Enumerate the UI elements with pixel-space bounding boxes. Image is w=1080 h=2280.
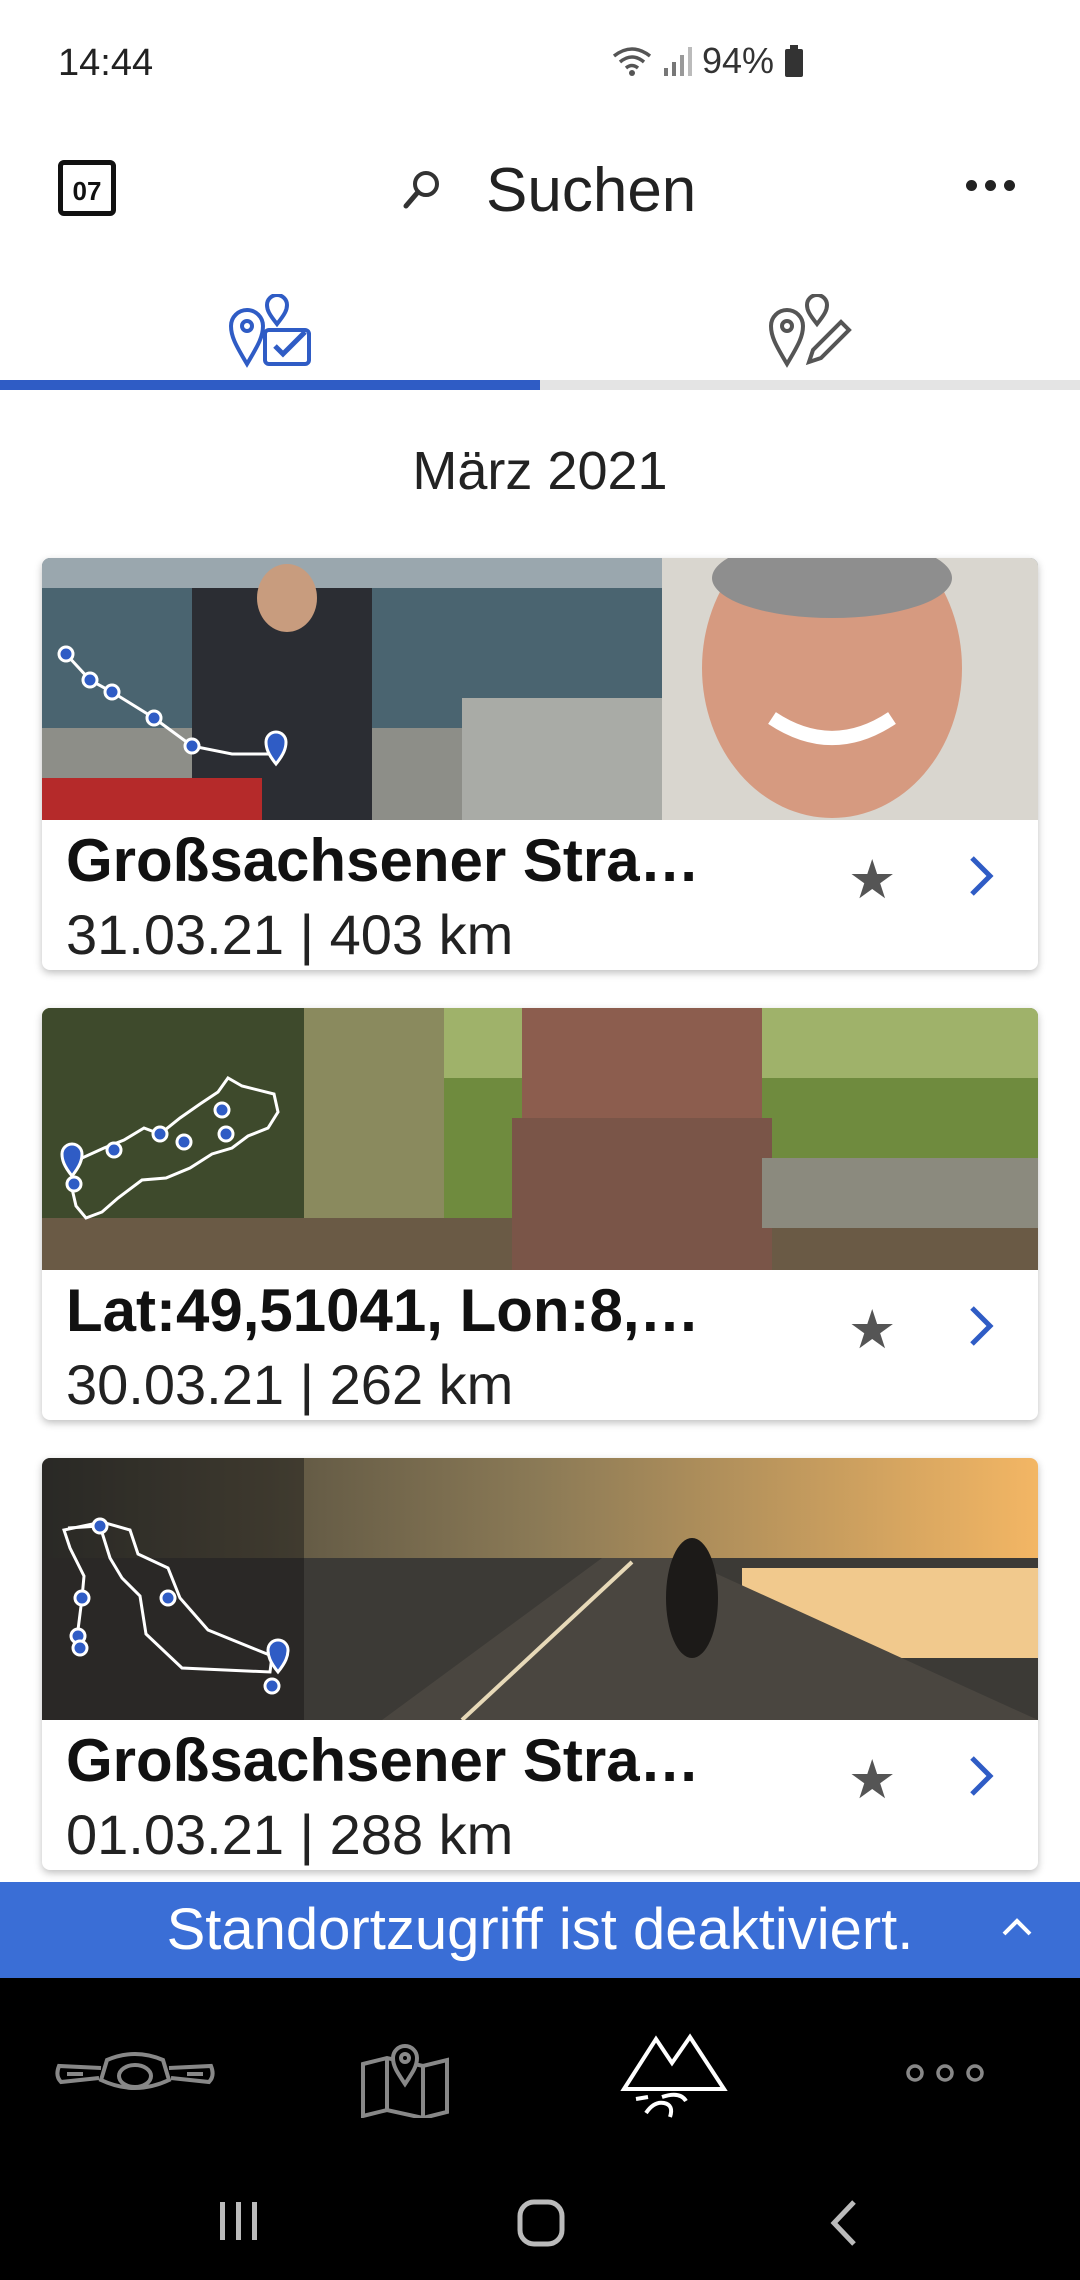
home-icon[interactable] [516,2198,566,2248]
bottom-navigation [0,1978,1080,2168]
map-icon [361,2044,449,2118]
signal-icon [664,47,692,76]
month-header: März 2021 [412,441,668,501]
trip-date-distance: 30.03.21 | 262 km [66,1353,514,1416]
edit-route-icon [768,294,852,368]
trip-card[interactable]: Großsachsener Stra… 01.03.21 | 288 km ★ [42,1458,1038,1870]
star-icon[interactable]: ★ [848,1748,896,1811]
mountains-icon [620,2033,728,2118]
search-box[interactable]: Suchen [400,148,696,232]
back-icon[interactable] [826,2198,860,2248]
search-icon [403,171,439,209]
more-horizontal-icon [906,2064,984,2082]
tab-bar [0,280,1080,392]
calendar-day: 07 [72,176,102,206]
nav-map[interactable] [270,1978,540,2168]
calendar-icon[interactable]: 07 [58,160,116,216]
chevron-right-icon[interactable] [966,854,994,898]
trip-photo [42,1458,1038,1720]
trip-card[interactable]: Lat:49,51041, Lon:8,… 30.03.21 | 262 km … [42,1008,1038,1420]
chevron-right-icon[interactable] [966,1304,994,1348]
more-options-icon[interactable] [966,180,1015,191]
tab-planned-routes[interactable] [0,280,540,382]
nav-more[interactable] [810,1978,1080,2168]
nav-motorcycle[interactable] [0,1978,270,2168]
app-header: 07 Suchen [0,130,1080,250]
motorcycle-icon [55,2052,215,2090]
tab-edit-routes[interactable] [540,280,1080,382]
wifi-icon [612,47,652,76]
banner-text: Standortzugriff ist deaktiviert. [166,1897,914,1962]
status-icons: 94% [612,40,804,82]
system-navigation [0,2168,1080,2280]
battery-percent: 94% [702,40,775,81]
nav-trips[interactable] [540,1978,810,2168]
chevron-right-icon[interactable] [966,1754,994,1798]
trip-photo [42,1008,1038,1270]
tab-indicator-active [0,380,540,390]
planned-routes-icon [228,294,311,368]
battery-icon [785,45,804,77]
search-label: Suchen [486,155,697,225]
trip-title: Großsachsener Stra… [66,1727,700,1794]
trip-title: Lat:49,51041, Lon:8,… [66,1277,700,1344]
trip-date-distance: 31.03.21 | 403 km [66,903,514,966]
recent-apps-icon[interactable] [216,2198,262,2244]
star-icon[interactable]: ★ [848,848,896,911]
trip-title: Großsachsener Stra… [66,827,700,894]
star-icon[interactable]: ★ [848,1298,896,1361]
trip-date-distance: 01.03.21 | 288 km [66,1803,514,1866]
trip-photo [42,558,1038,820]
status-bar: 14:44 94% [0,0,1080,130]
location-disabled-banner[interactable]: Standortzugriff ist deaktiviert. [0,1882,1080,1978]
chevron-up-icon[interactable] [1000,1916,1034,1938]
status-time: 14:44 [58,42,154,84]
trip-card[interactable]: Großsachsener Stra… 31.03.21 | 403 km ★ [42,558,1038,970]
